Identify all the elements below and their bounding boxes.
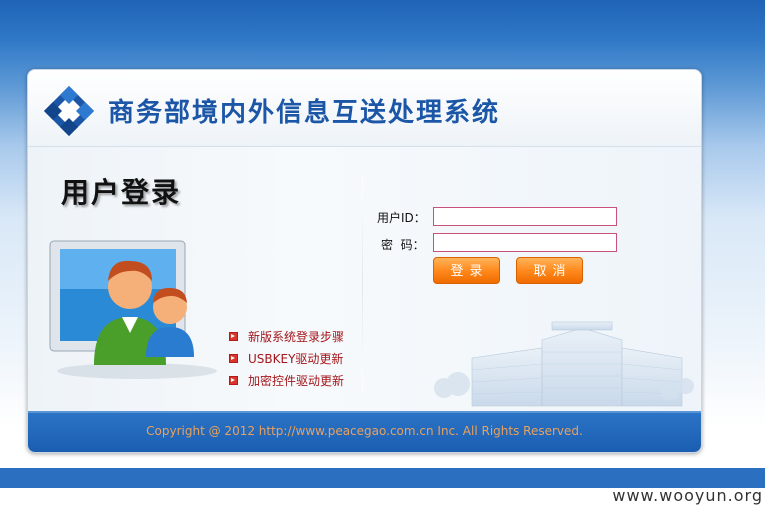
bullet-icon <box>229 332 238 341</box>
logo-icon <box>44 86 94 136</box>
cancel-button[interactable]: 取消 <box>516 257 583 284</box>
bullet-icon <box>229 376 238 385</box>
system-title: 商务部境内外信息互送处理系统 <box>108 98 501 128</box>
monitor-users-icon <box>49 240 217 379</box>
login-button[interactable]: 登录 <box>433 257 500 284</box>
link-label: USBKEY驱动更新 <box>248 352 344 366</box>
login-heading: 用户登录 <box>61 176 182 209</box>
user-id-input[interactable] <box>433 207 617 226</box>
link-encryption-control[interactable]: 加密控件驱动更新 <box>229 372 344 389</box>
link-usbkey-driver[interactable]: USBKEY驱动更新 <box>229 350 343 367</box>
panel-divider <box>362 177 363 392</box>
page-bottom-strip <box>12 462 717 468</box>
password-label: 密 码： <box>381 238 425 252</box>
building-icon <box>434 321 694 407</box>
panel-header: 商务部境内外信息互送处理系统 <box>28 70 701 147</box>
page-bottom-band <box>0 468 765 488</box>
link-new-login-steps[interactable]: 新版系统登录步骤 <box>229 328 344 345</box>
panel-footer: Copyright @ 2012 http://www.peacegao.com… <box>28 411 701 452</box>
watermark: www.wooyun.org <box>612 486 763 505</box>
link-label: 加密控件驱动更新 <box>248 374 345 388</box>
link-label: 新版系统登录步骤 <box>248 330 345 344</box>
bullet-icon <box>229 354 238 363</box>
user-id-label: 用户ID： <box>377 211 426 225</box>
copyright-text: Copyright @ 2012 http://www.peacegao.com… <box>146 424 583 438</box>
password-input[interactable] <box>433 233 617 252</box>
